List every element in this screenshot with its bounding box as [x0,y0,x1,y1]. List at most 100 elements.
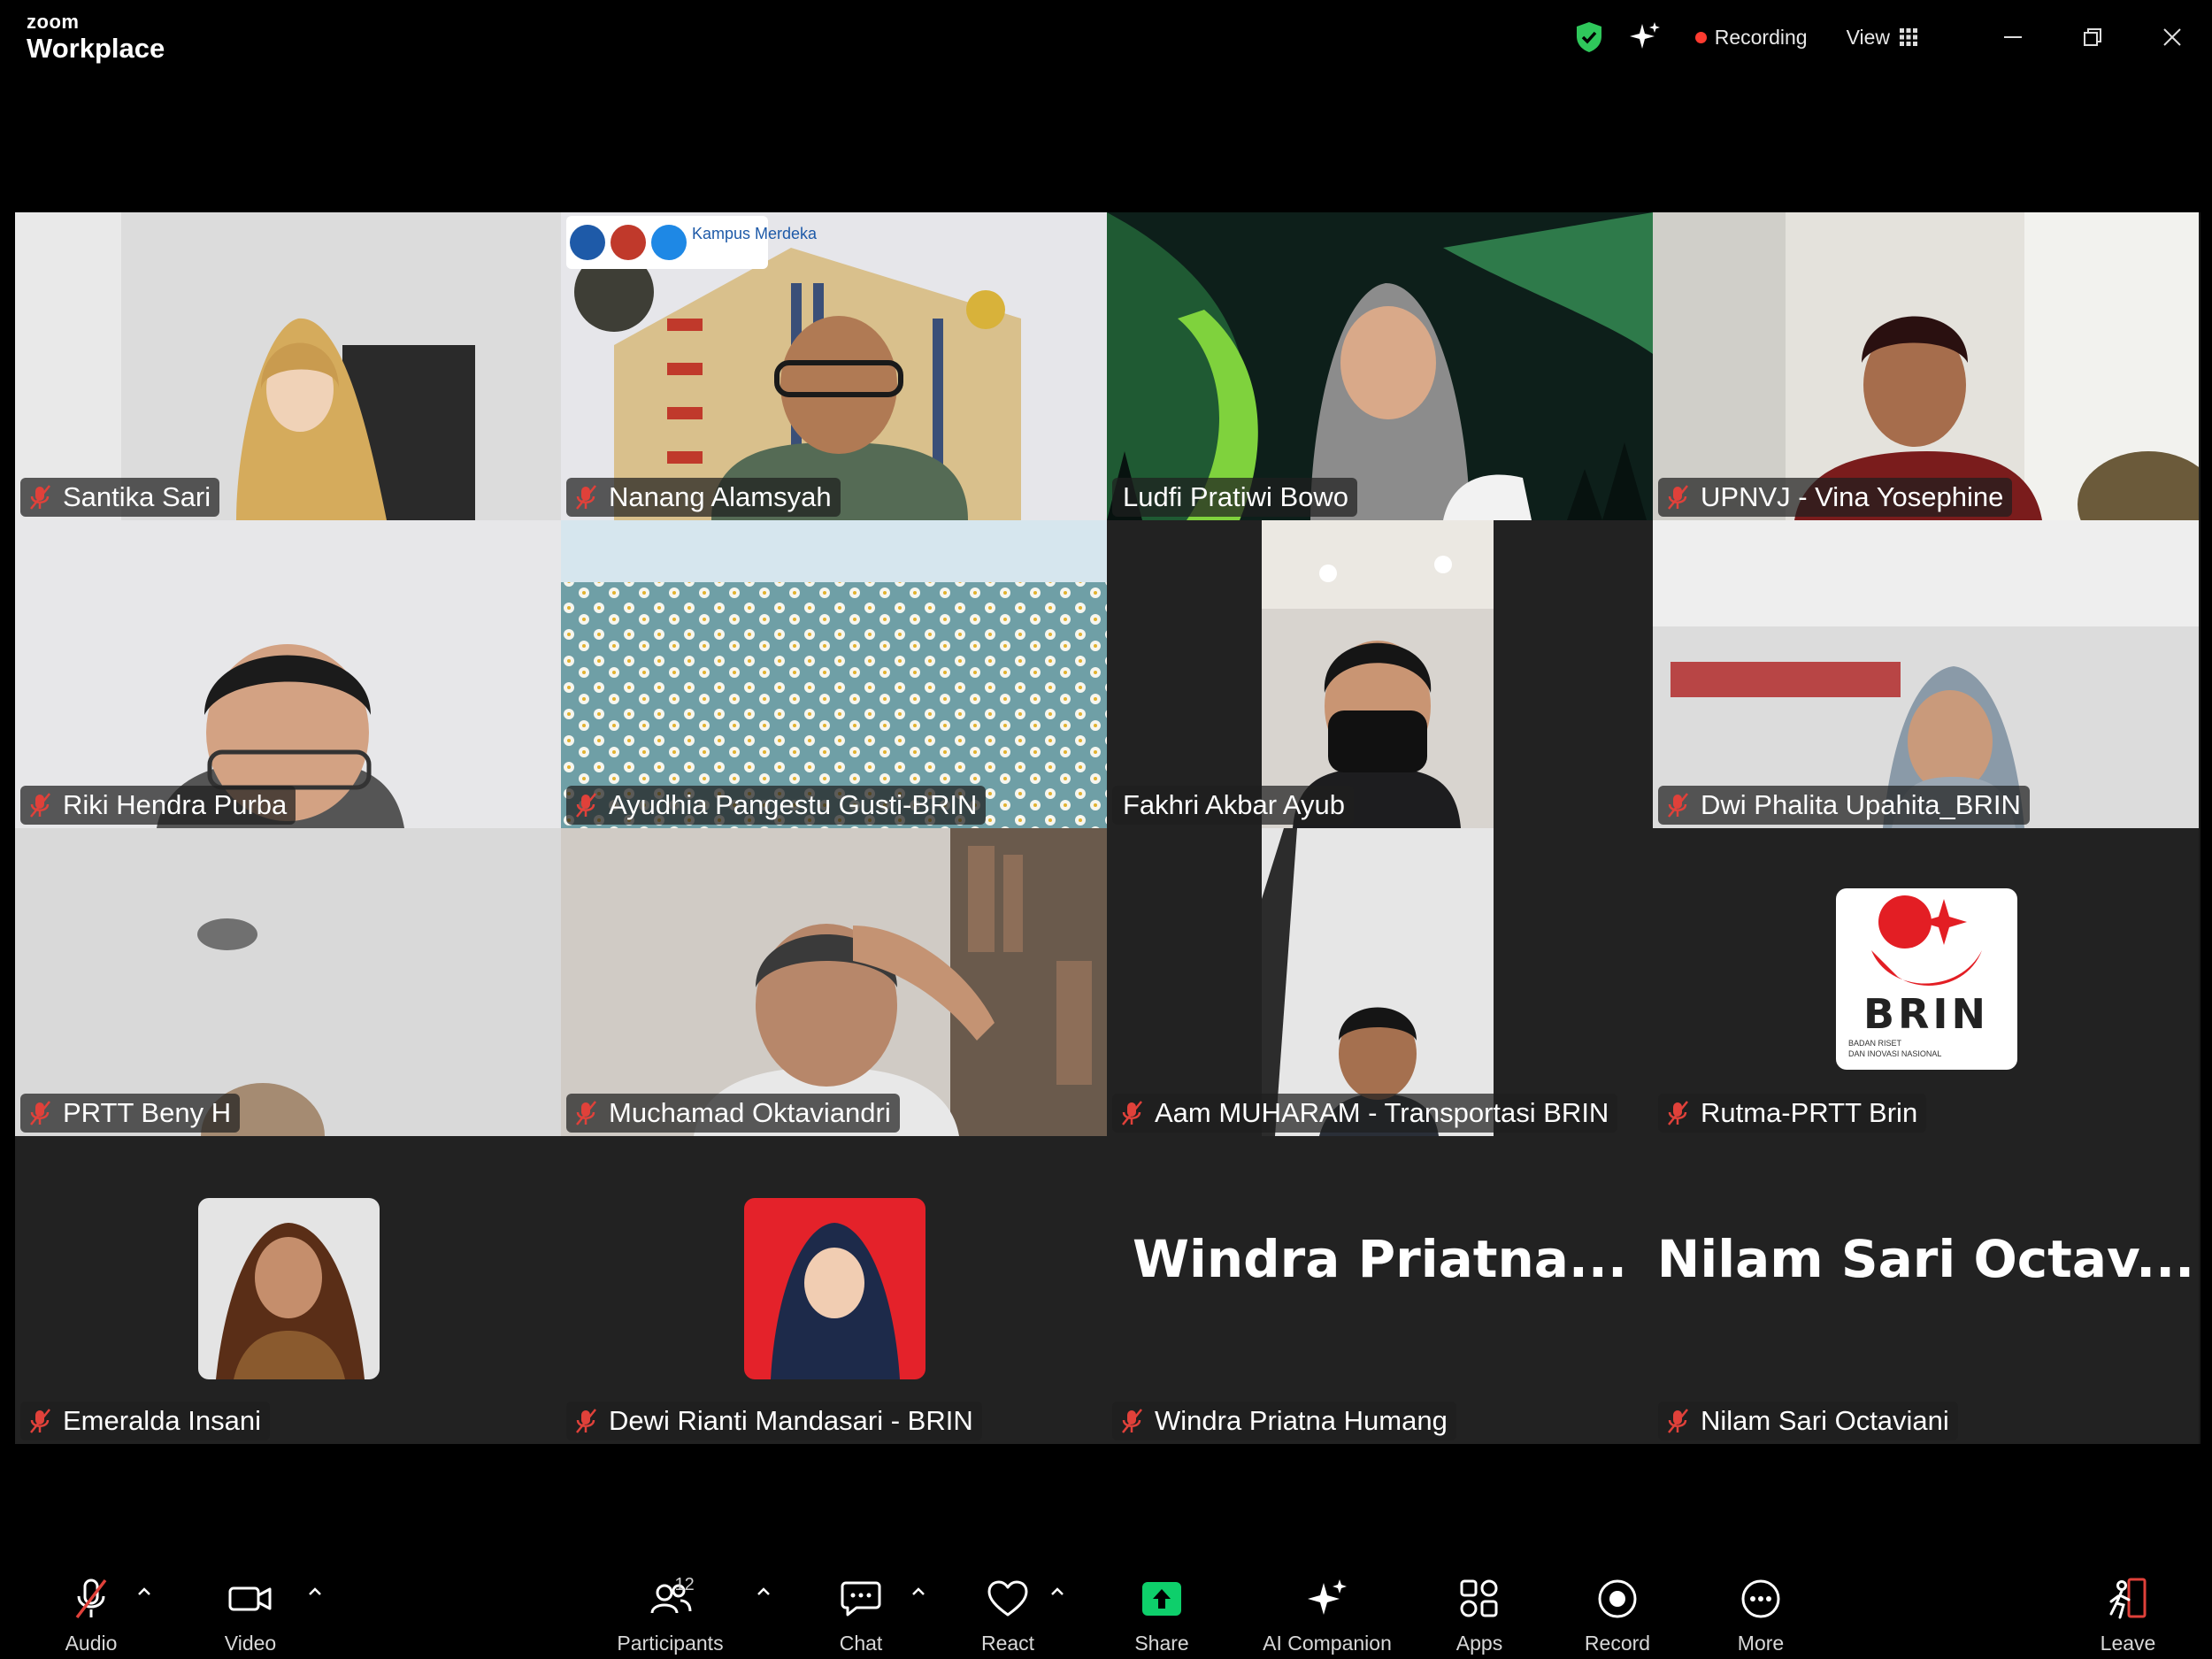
muted-mic-icon [1668,1101,1688,1125]
meeting-toolbar: Audio Video 12 Participants Chat React S… [0,1548,2212,1659]
app-logo: zoom Workplace [27,11,165,64]
participant-tile[interactable]: Fakhri Akbar Ayub [1107,520,1653,828]
participant-name-tag: Muchamad Oktaviandri [566,1094,900,1133]
ai-sparkle-icon[interactable] [1628,20,1662,54]
video-button[interactable]: Video [211,1548,290,1659]
chat-label: Chat [839,1632,883,1655]
participant-tile[interactable]: Dewi Rianti Mandasari - BRIN [561,1136,1107,1444]
view-button[interactable]: View [1847,26,1918,50]
ai-companion-label: AI Companion [1263,1632,1392,1655]
apps-label: Apps [1455,1632,1503,1655]
brin-logo: BRIN BADAN RISET DAN INOVASI NASIONAL [1835,888,2017,1070]
brin-logo-subtitle-1: BADAN RISET [1848,1039,1902,1048]
participant-tile[interactable]: Emeralda Insani [15,1136,561,1444]
heart-icon [987,1580,1028,1617]
muted-mic-icon [576,1409,596,1433]
audio-options-chevron-icon[interactable] [135,1586,153,1598]
ai-companion-button[interactable]: AI Companion [1256,1548,1398,1659]
participant-name-tag: Ludfi Pratiwi Bowo [1112,478,1358,517]
participant-video: Kampus Merdeka [561,212,1107,520]
participant-display-name: Nilam Sari Octav... [1656,1229,2195,1289]
muted-mic-icon [30,793,50,818]
participants-options-chevron-icon[interactable] [755,1586,772,1598]
minimize-button[interactable] [1973,0,2053,74]
app-product-name: Workplace [27,33,165,64]
share-screen-icon [1142,1582,1181,1616]
participant-name: Windra Priatna Humang [1155,1405,1448,1436]
more-label: More [1737,1632,1785,1655]
more-button[interactable]: More [1721,1548,1801,1659]
participant-name: Nilam Sari Octaviani [1701,1405,1949,1436]
participant-name-tag: Windra Priatna Humang [1112,1402,1456,1440]
video-gallery: Santika Sari Kampus Merdeka Nanang Alams… [15,212,2200,1444]
participant-tile[interactable]: Riki Hendra Purba [15,520,561,828]
recording-dot-icon [1694,31,1707,43]
muted-mic-icon [576,793,596,818]
participant-video [1653,520,2199,828]
participant-tile[interactable]: Santika Sari [15,212,561,520]
muted-mic-icon [1668,1409,1688,1433]
recording-label: Recording [1714,25,1808,49]
participant-tile-active-speaker[interactable]: Ludfi Pratiwi Bowo [1107,212,1653,520]
share-button[interactable]: Share [1122,1548,1202,1659]
leave-button[interactable]: Leave [2088,1548,2168,1659]
participant-name-tag: Rutma-PRTT Brin [1658,1094,1927,1133]
participant-video [561,520,1107,828]
record-button[interactable]: Record [1578,1548,1657,1659]
participant-name: Santika Sari [63,481,211,512]
record-label: Record [1584,1632,1651,1655]
apps-icon [1460,1579,1498,1617]
participant-tile[interactable]: Dwi Phalita Upahita_BRIN [1653,520,2199,828]
app-brand: zoom [27,11,80,33]
close-button[interactable] [2132,0,2212,74]
participant-name-tag: Ayudhia Pangestu Gusti-BRIN [566,786,987,825]
muted-mic-icon [576,485,596,510]
restore-icon [2084,28,2101,46]
chat-button[interactable]: Chat [821,1548,901,1659]
profile-picture [197,1198,380,1379]
video-options-chevron-icon[interactable] [306,1586,324,1598]
share-label: Share [1134,1632,1189,1655]
participant-name: Ludfi Pratiwi Bowo [1123,481,1349,512]
participant-name-tag: Aam MUHARAM - Transportasi BRIN [1112,1094,1618,1133]
chat-options-chevron-icon[interactable] [910,1586,927,1598]
minimize-icon [2004,36,2022,38]
participant-name: UPNVJ - Vina Yosephine [1701,481,2004,512]
close-icon [2163,28,2181,46]
video-label: Video [224,1632,277,1655]
participant-video [1107,520,1653,828]
participant-tile[interactable]: Aam MUHARAM - Transportasi BRIN [1107,828,1653,1136]
participant-video [1107,828,1653,1136]
react-options-chevron-icon[interactable] [1048,1586,1066,1598]
participant-name-tag: UPNVJ - Vina Yosephine [1658,478,2013,517]
audio-button[interactable]: Audio [51,1548,131,1659]
restore-button[interactable] [2053,0,2132,74]
react-label: React [980,1632,1035,1655]
participant-tile[interactable]: Kampus Merdeka Nanang Alamsyah [561,212,1107,520]
participant-video [561,828,1107,1136]
banner-text: Kampus Merdeka [692,225,818,242]
muted-mic-icon [30,1101,50,1125]
participants-label: Participants [617,1632,724,1655]
participant-tile[interactable]: PRTT Beny H [15,828,561,1136]
encryption-shield-icon[interactable] [1571,19,1607,55]
participant-name: Emeralda Insani [63,1405,262,1436]
title-bar: zoom Workplace Recording View [0,0,2212,80]
participant-tile[interactable]: BRIN BADAN RISET DAN INOVASI NASIONAL Ru… [1653,828,2199,1136]
leave-meeting-icon [2109,1578,2147,1619]
participant-tile[interactable]: Ayudhia Pangestu Gusti-BRIN [561,520,1107,828]
react-button[interactable]: React [968,1548,1048,1659]
more-options-icon [1741,1579,1780,1618]
profile-picture [743,1198,926,1379]
participants-button[interactable]: 12 Participants [611,1548,730,1659]
participant-tile[interactable]: UPNVJ - Vina Yosephine [1653,212,2199,520]
participant-name: Dwi Phalita Upahita_BRIN [1701,789,2021,820]
audio-label: Audio [65,1632,118,1655]
apps-button[interactable]: Apps [1440,1548,1519,1659]
participant-tile[interactable]: Windra Priatna... Windra Priatna Humang [1107,1136,1653,1444]
participant-name-tag: Emeralda Insani [20,1402,271,1440]
participant-tile[interactable]: Nilam Sari Octav... Nilam Sari Octaviani [1653,1136,2199,1444]
record-icon [1598,1579,1637,1618]
recording-indicator[interactable]: Recording [1694,25,1808,50]
participant-tile[interactable]: Muchamad Oktaviandri [561,828,1107,1136]
